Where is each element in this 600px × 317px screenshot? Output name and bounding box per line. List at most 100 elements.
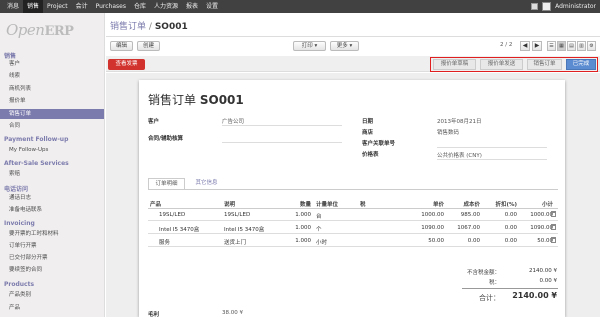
- top-menu-bar: 消息 销售 Project 会计 Purchases 仓库 人力资源 报表 设置…: [0, 0, 600, 13]
- top-menu-settings[interactable]: 设置: [202, 0, 222, 13]
- top-menu-warehouse[interactable]: 仓库: [130, 0, 150, 13]
- next-record-button[interactable]: ▶: [532, 41, 542, 51]
- cell-unit-price[interactable]: 50.00: [410, 238, 444, 244]
- top-menu-sales[interactable]: 销售: [23, 0, 44, 13]
- date-field[interactable]: 2013年08月21日: [437, 117, 482, 125]
- prev-record-button[interactable]: ◀: [520, 41, 530, 51]
- create-button[interactable]: 创建: [137, 41, 160, 51]
- sidebar-item-order-line-invoicing[interactable]: 订单行开票: [0, 241, 104, 251]
- top-menu-reports[interactable]: 报表: [182, 0, 202, 13]
- status-steps-highlight: [430, 57, 598, 72]
- margin-label: 毛利: [148, 312, 160, 317]
- contract-field[interactable]: [222, 142, 342, 143]
- cell-cost-price[interactable]: 985.00: [446, 212, 480, 218]
- form-view-button[interactable]: ▦: [557, 41, 566, 51]
- cell-uom[interactable]: 个: [316, 225, 322, 233]
- pricelist-field[interactable]: 公共价格表 (CNY): [437, 151, 482, 159]
- cell-unit-price[interactable]: 1090.00: [410, 225, 444, 231]
- col-header-subtotal: 小计: [541, 202, 553, 208]
- top-menu-accounting[interactable]: 会计: [72, 0, 92, 13]
- cell-product[interactable]: 服务: [159, 238, 170, 246]
- edit-button[interactable]: 编辑: [110, 41, 133, 51]
- delete-row-icon[interactable]: [551, 224, 556, 230]
- cell-unit-price[interactable]: 1000.00: [410, 212, 444, 218]
- compose-icon[interactable]: [531, 3, 539, 10]
- sidebar-group-invoicing: Invoicing: [4, 220, 35, 227]
- row-divider: [148, 246, 558, 247]
- cell-description[interactable]: 送货上门: [224, 238, 246, 246]
- totals-divider: [462, 288, 558, 289]
- cell-quantity[interactable]: 1.000: [282, 238, 311, 244]
- delete-row-icon[interactable]: [551, 237, 556, 243]
- contract-label: 合同/辅助核算: [148, 136, 184, 142]
- username[interactable]: Administrator: [555, 3, 596, 10]
- more-dropdown[interactable]: 更多 ▾: [330, 41, 359, 51]
- shop-field[interactable]: 销售数码: [437, 128, 459, 136]
- settings-view-button[interactable]: ⚙: [587, 41, 596, 51]
- row-divider: [148, 220, 558, 221]
- print-dropdown[interactable]: 打印 ▾: [293, 41, 326, 51]
- table-header-divider: [148, 208, 558, 209]
- top-menu-messages[interactable]: 消息: [3, 0, 23, 13]
- avatar: [542, 2, 552, 11]
- cell-quantity[interactable]: 1.000: [282, 212, 311, 218]
- cell-discount[interactable]: 0.00: [484, 238, 517, 244]
- cell-product[interactable]: 19SL/LED: [159, 212, 185, 218]
- cell-uom[interactable]: 小时: [316, 238, 327, 246]
- cell-quantity[interactable]: 1.000: [282, 225, 311, 231]
- sidebar-item-claims[interactable]: 索赔: [0, 169, 104, 179]
- sidebar-item-contracts-to-renew[interactable]: 要续签的合同: [0, 265, 104, 275]
- margin-value: 38.00 ¥: [222, 310, 243, 316]
- sidebar-group-after-sale: After-Sale Services: [4, 160, 69, 167]
- sidebar-item-product-categories[interactable]: 产品类别: [0, 290, 104, 300]
- sidebar-group-payment-followup: Payment Follow-up: [4, 136, 69, 143]
- calendar-view-button[interactable]: ▤: [567, 41, 576, 51]
- sidebar-group-products: Products: [4, 281, 35, 288]
- sidebar-item-my-followups[interactable]: My Follow-Ups: [0, 145, 104, 155]
- cell-subtotal[interactable]: 1090.00: [518, 225, 553, 231]
- sidebar-item-leads[interactable]: 线索: [0, 71, 104, 81]
- header-divider: [106, 36, 600, 37]
- tax-value: 0.00 ¥: [539, 278, 558, 284]
- sidebar-item-opportunities[interactable]: 商机列表: [0, 84, 104, 94]
- sidebar-item-call-log[interactable]: 通话日志: [0, 193, 104, 203]
- sidebar-item-quotations[interactable]: 报价单: [0, 96, 104, 106]
- graph-view-button[interactable]: ▥: [577, 41, 586, 51]
- customer-field[interactable]: 广告公司: [222, 117, 244, 125]
- col-header-quantity: 数量: [299, 202, 311, 208]
- openerp-logo[interactable]: OpenERP: [6, 21, 74, 39]
- user-menu[interactable]: Administrator: [531, 0, 596, 13]
- sidebar-item-contracts[interactable]: 合同: [0, 121, 104, 131]
- untaxed-amount-value: 2140.00 ¥: [529, 268, 557, 274]
- cell-uom[interactable]: 台: [316, 212, 322, 220]
- list-view-button[interactable]: ☰: [547, 41, 556, 51]
- top-menu-hr[interactable]: 人力资源: [150, 0, 182, 13]
- top-menu-project[interactable]: Project: [43, 0, 72, 13]
- sidebar-item-scheduled-calls[interactable]: 准备电话联系: [0, 205, 104, 215]
- top-menu: 消息 销售 Project 会计 Purchases 仓库 人力资源 报表 设置: [0, 0, 222, 13]
- col-header-cost-price: 成本价: [463, 202, 480, 208]
- sidebar-item-timesheet-invoicing[interactable]: 要开票的工时和材料: [0, 229, 104, 239]
- breadcrumb-parent[interactable]: 销售订单: [110, 22, 146, 32]
- sidebar-group-phone-calls: 电话访问: [4, 186, 29, 193]
- col-header-uom: 计量单位: [316, 202, 339, 208]
- breadcrumb-current: SO001: [154, 22, 188, 32]
- delete-row-icon[interactable]: [551, 211, 556, 217]
- cell-cost-price[interactable]: 0.00: [446, 238, 480, 244]
- sidebar-item-sales-orders[interactable]: 销售订单: [0, 109, 104, 119]
- view-invoice-button[interactable]: 查看发票: [108, 59, 145, 70]
- sidebar-item-delivered-invoicing[interactable]: 已交付部分开票: [0, 253, 104, 263]
- sidebar-item-products[interactable]: 产品: [0, 303, 104, 313]
- cell-description[interactable]: Intel I5 3470盒: [224, 225, 264, 233]
- cell-discount[interactable]: 0.00: [484, 225, 517, 231]
- cell-cost-price[interactable]: 1067.00: [446, 225, 480, 231]
- sidebar-item-customers[interactable]: 客户: [0, 59, 104, 69]
- cell-description[interactable]: 19SL/LED: [224, 212, 250, 218]
- total-value: 2140.00 ¥: [512, 291, 557, 300]
- cell-discount[interactable]: 0.00: [484, 212, 517, 218]
- top-menu-purchases[interactable]: Purchases: [92, 0, 130, 13]
- customer-ref-field[interactable]: [437, 147, 547, 148]
- cell-product[interactable]: Intel I5 3470盒: [159, 225, 199, 233]
- cell-subtotal[interactable]: 50.00: [518, 238, 553, 244]
- cell-subtotal[interactable]: 1000.00: [518, 212, 553, 218]
